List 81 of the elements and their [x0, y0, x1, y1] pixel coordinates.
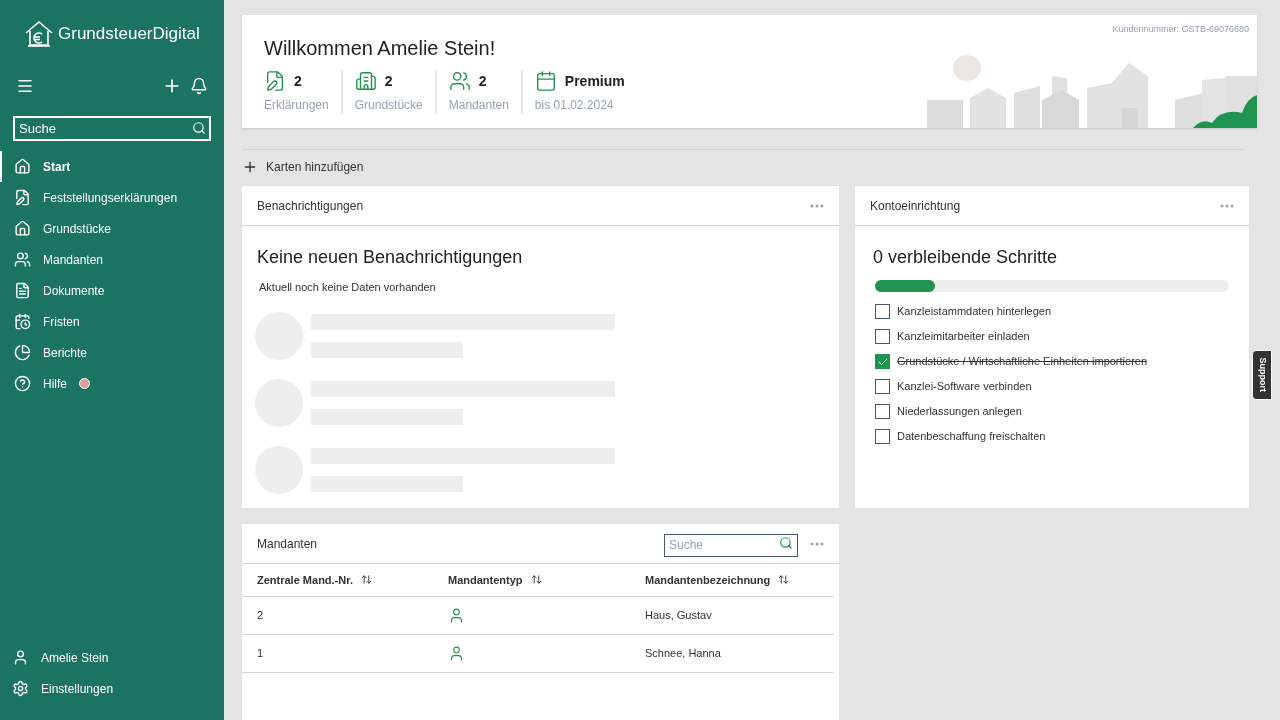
table-cell: Haus, Gustav [630, 596, 834, 634]
stat-value: Premium [564, 71, 625, 91]
checkbox[interactable] [875, 329, 890, 344]
step-label: Grundstücke / Wirtschaftliche Einheiten importieren [897, 354, 1148, 370]
settings-icon [12, 680, 29, 697]
sort-icon [360, 574, 372, 586]
calendar-clock-icon [14, 313, 31, 330]
table-cell: 2 [242, 596, 433, 634]
search-icon [192, 121, 206, 135]
nav-item[interactable]: Mandanten [0, 244, 224, 275]
person-icon [448, 644, 465, 662]
home-icon [14, 158, 31, 175]
logo-text: GrundsteuerDigital [58, 23, 200, 46]
step-label: Kanzleimitarbeiter einladen [897, 329, 1030, 345]
nav-item[interactable]: Hilfe [0, 368, 224, 399]
checkbox[interactable] [875, 379, 890, 394]
more-icon [810, 203, 824, 208]
logo-icon [24, 20, 54, 48]
more-button[interactable] [810, 541, 824, 546]
document-icon [14, 282, 31, 299]
stat-label: Grundstücke [354, 97, 423, 114]
building-icon [354, 70, 377, 92]
person-icon [448, 606, 465, 624]
column-header[interactable]: Mandantenbezeichnung [630, 564, 834, 596]
search-field[interactable]: Suche [664, 533, 798, 557]
stat-label: Erklärungen [264, 97, 329, 114]
badge-icon [79, 378, 90, 389]
step-label: Kanzleistammdaten hinterlegen [897, 304, 1052, 320]
user-icon [12, 649, 29, 666]
more-button[interactable] [1220, 203, 1234, 208]
column-header[interactable]: Mandantentyp [433, 564, 630, 596]
table-cell: Schnee, Hanna [630, 634, 834, 672]
help-icon [14, 375, 31, 392]
nav-item[interactable]: Start [0, 151, 224, 182]
card-title: Benachrichtigungen [257, 197, 364, 215]
empty-text: Aktuell noch keine Daten vorhanden [258, 280, 437, 295]
nav-item[interactable]: Dokumente [0, 275, 224, 306]
calendar-icon [534, 70, 557, 92]
checkbox[interactable] [875, 404, 890, 419]
more-button[interactable] [810, 203, 824, 208]
menu-button[interactable] [16, 77, 34, 95]
table-cell: 1 [242, 634, 433, 672]
customer-number: Kundennummer: GSTB-69076680 [1112, 23, 1249, 36]
welcome-title: Willkommen Amelie Stein! [264, 36, 496, 61]
sort-icon [778, 574, 790, 586]
more-icon [810, 541, 824, 546]
card-heading: 0 verbleibende Schritte [872, 246, 1059, 269]
nav-item[interactable]: Berichte [0, 337, 224, 368]
support-tab[interactable]: Support [1252, 350, 1272, 400]
document-edit-icon [264, 70, 286, 92]
checkbox[interactable] [875, 354, 890, 369]
card-heading: Keine neuen Benachrichtigungen [256, 246, 524, 269]
stat-label: bis 01.02.2024 [534, 97, 615, 114]
checkbox[interactable] [875, 429, 890, 444]
stat-label: Mandanten [448, 97, 509, 114]
stat-value: 2 [384, 71, 393, 91]
step-label: Datenbeschaffung freischalten [897, 429, 1046, 445]
card-title: Mandanten [257, 535, 319, 553]
document-edit-icon [14, 189, 31, 206]
house-icon [14, 220, 31, 237]
plus-icon [242, 159, 258, 175]
card-title: Kontoeinrichtung [870, 197, 961, 215]
users-icon [448, 70, 471, 92]
search-icon [779, 536, 793, 550]
sort-icon [530, 574, 542, 586]
notification-button[interactable] [190, 77, 208, 95]
nav-item[interactable]: Amelie Stein [0, 642, 224, 673]
column-header[interactable]: Zentrale Mand.-Nr. [242, 564, 433, 596]
users-icon [14, 251, 31, 268]
checkbox[interactable] [875, 304, 890, 319]
nav-item[interactable]: Grundstücke [0, 213, 224, 244]
more-icon [1220, 203, 1234, 208]
step-label: Kanzlei-Software verbinden [897, 379, 1032, 395]
add-cards-button[interactable]: Karten hinzufügen [242, 158, 364, 176]
stat-value: 2 [294, 71, 302, 91]
step-label: Niederlassungen anlegen [897, 404, 1022, 420]
pie-chart-icon [14, 344, 31, 361]
nav-item[interactable]: Fristen [0, 306, 224, 337]
nav-item[interactable]: Einstellungen [0, 673, 224, 704]
stat-value: 2 [478, 71, 487, 91]
nav-item[interactable]: Feststellungserklärungen [0, 182, 224, 213]
